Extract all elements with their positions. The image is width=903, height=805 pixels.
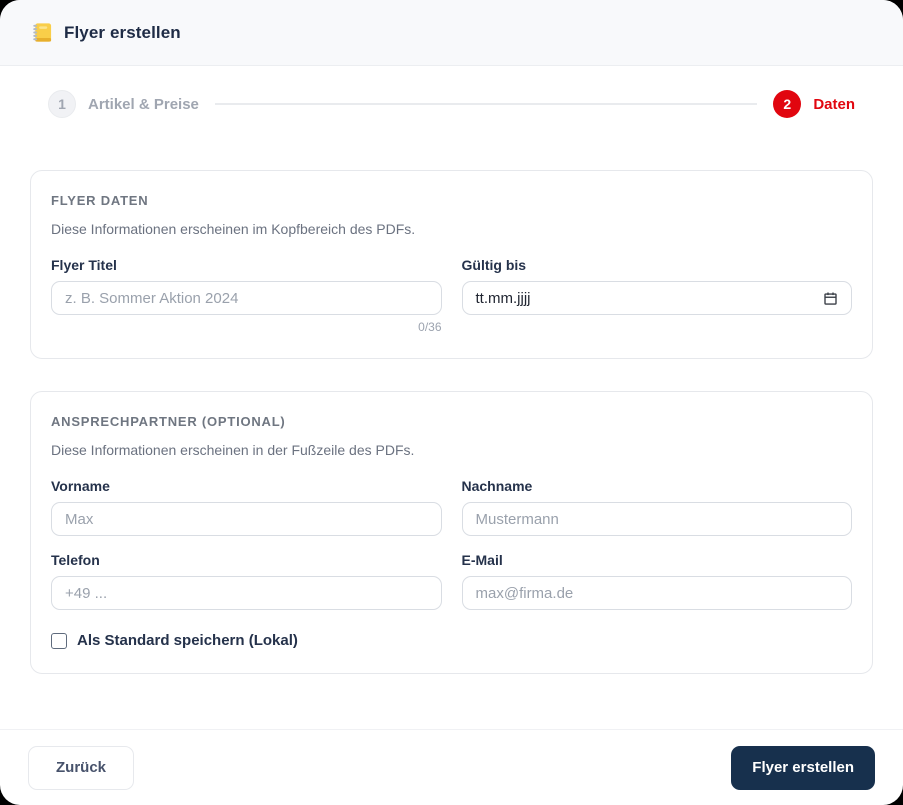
valid-until-date-input[interactable]: tt.mm.jjjj [461,281,852,315]
last-name-label: Nachname [461,478,533,494]
stepper: 1 Artikel & Preise 2 Daten [0,66,903,118]
last-name-field-group: Nachname [461,478,852,536]
flyer-title-char-counter: 0/36 [418,320,442,334]
phone-field-group: Telefon [51,552,442,610]
step-2-circle: 2 [773,90,802,118]
last-name-input[interactable] [461,502,852,536]
phone-label: Telefon [51,552,100,568]
create-flyer-button[interactable]: Flyer erstellen [731,745,875,790]
step-1-circle: 1 [48,90,76,118]
valid-until-field-group: Gültig bis tt.mm.jjjj [461,257,852,334]
flyer-create-dialog: Flyer erstellen 1 Artikel & Preise 2 Dat… [0,0,903,805]
first-name-field-group: Vorname [51,478,442,536]
contact-section-subtitle: Diese Informationen erscheinen in der Fu… [51,442,415,458]
save-default-checkbox[interactable] [51,632,67,649]
first-name-label: Vorname [51,478,110,494]
contact-section-title: ANSPRECHPARTNER (OPTIONAL) [51,414,286,429]
phone-input[interactable] [51,576,442,610]
dialog-title: Flyer erstellen [64,22,181,42]
contact-card: ANSPRECHPARTNER (OPTIONAL) Diese Informa… [30,391,873,674]
save-default-row: Als Standard speichern (Lokal) [51,632,852,649]
step-daten[interactable]: 2 Daten [773,90,855,118]
flyer-title-input[interactable] [51,281,442,315]
step-2-label: Daten [813,95,855,113]
flyer-title-label: Flyer Titel [51,257,117,273]
valid-until-label: Gültig bis [461,257,527,273]
dialog-header: Flyer erstellen [0,0,903,66]
email-label: E-Mail [461,552,503,568]
valid-until-date-value: tt.mm.jjjj [475,289,531,307]
flyer-data-card: FLYER DATEN Diese Informationen erschein… [30,170,873,359]
stepper-connector [214,103,758,105]
first-name-input[interactable] [51,502,442,536]
calendar-icon[interactable] [823,291,838,306]
email-input[interactable] [461,576,852,610]
ledger-icon [30,21,53,44]
email-field-group: E-Mail [461,552,852,610]
step-artikel-preise[interactable]: 1 Artikel & Preise [48,90,199,118]
flyer-data-section-subtitle: Diese Informationen erscheinen im Kopfbe… [51,221,416,237]
step-1-label: Artikel & Preise [88,95,199,113]
save-default-label[interactable]: Als Standard speichern (Lokal) [77,632,298,649]
flyer-data-section-title: FLYER DATEN [51,193,149,208]
flyer-title-field-group: Flyer Titel 0/36 [51,257,442,334]
back-button[interactable]: Zurück [28,745,135,790]
dialog-content: 1 Artikel & Preise 2 Daten FLYER DATEN D… [0,66,903,729]
dialog-footer: Zurück Flyer erstellen [0,729,903,805]
